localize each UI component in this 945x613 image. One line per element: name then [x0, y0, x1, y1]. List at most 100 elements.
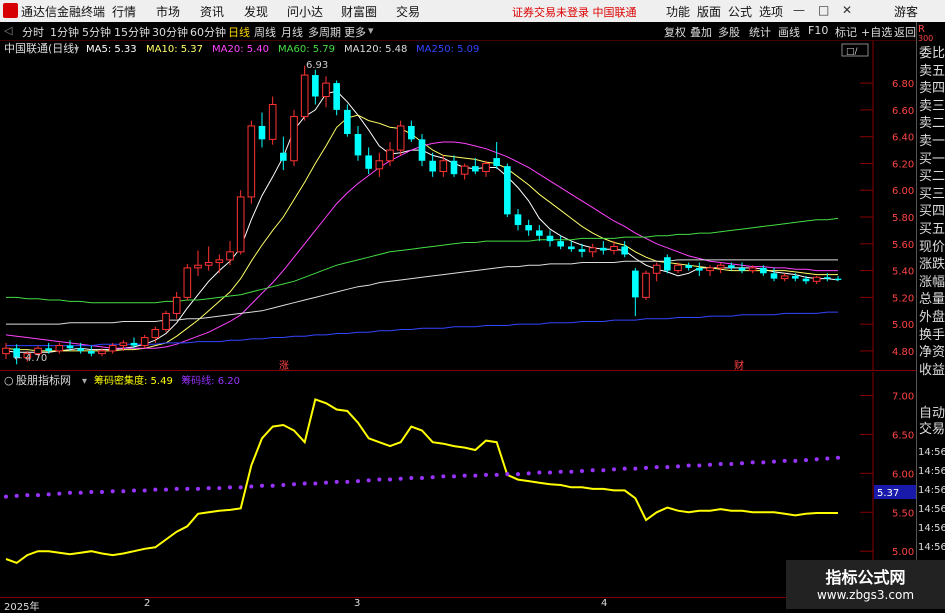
stats-button[interactable]: 统计 — [749, 24, 771, 40]
zoom-icon[interactable]: □/ — [846, 47, 859, 57]
candle-body-down — [258, 125, 266, 140]
chip-line-dot — [697, 463, 702, 468]
overlay-button[interactable]: 叠加 — [690, 24, 712, 40]
candle-body-up — [588, 247, 597, 253]
chip-line-dot — [366, 478, 371, 483]
candle-body-up — [119, 342, 128, 347]
candle-body-up — [396, 125, 405, 151]
draw-line-button[interactable]: 画线 — [778, 24, 800, 40]
chip-line-dot — [388, 477, 392, 482]
tab-period-multi[interactable]: 多周期 — [308, 24, 341, 40]
tab-period-5min[interactable]: 5分钟 — [82, 24, 111, 40]
ma-dropdown-icon[interactable]: ▾ — [74, 44, 79, 55]
back-button[interactable]: 返回 — [894, 24, 916, 40]
chip-line-dot — [302, 481, 307, 486]
candle-body-up — [460, 165, 469, 175]
chip-line-dot — [25, 493, 30, 498]
side-label-19: 自动 — [919, 406, 945, 421]
ma-legend-3: MA60: 5.79 — [278, 44, 335, 55]
menu-gongshi[interactable]: 公式 — [728, 3, 752, 20]
chip-line-dot — [601, 468, 606, 473]
side-label-18: 收益 — [919, 362, 945, 378]
candle-body-up — [706, 267, 714, 272]
menu-jiaoyi[interactable]: 交易 — [396, 3, 420, 20]
tab-period-more[interactable]: 更多 — [344, 24, 366, 40]
candlestick-chart[interactable]: 6.80 6.60 6.40 6.20 6.00 5.80 5.60 5.40 5.20 5.00… — [0, 41, 916, 371]
zhang-marker[interactable]: 涨 — [279, 360, 289, 371]
chip-line-dot — [164, 487, 168, 492]
chip-line-dot — [494, 472, 499, 477]
menu-caifuquan[interactable]: 财富圈 — [341, 3, 377, 20]
side-label-8: 买三 — [919, 186, 945, 202]
candle-body-down — [45, 348, 52, 351]
menu-faxian[interactable]: 发现 — [244, 3, 268, 20]
ind-y-tick-label: 6.00 — [892, 469, 914, 480]
tab-period-15min[interactable]: 15分钟 — [114, 24, 150, 40]
candle-body-down — [728, 265, 735, 268]
indicator-chart[interactable]: 7.006.506.005.505.004.50 ○ 股朋指标网 ▾ 筹码密集度… — [0, 372, 916, 597]
menu-banmian[interactable]: 版面 — [697, 3, 721, 20]
mark-button[interactable]: 标记 — [835, 24, 857, 40]
candle-body-down — [557, 241, 564, 247]
tab-period-fenshi[interactable]: 分时 — [22, 24, 44, 40]
candle-body-up — [183, 267, 192, 298]
fuquan-button[interactable]: 复权 — [664, 24, 686, 40]
menu-hangqing[interactable]: 行情 — [112, 3, 136, 20]
candle-body-up — [140, 337, 149, 347]
tab-period-30min[interactable]: 30分钟 — [152, 24, 188, 40]
more-chevron-down-icon[interactable]: ▾ — [368, 24, 374, 37]
date-label-feb: 2 — [144, 598, 151, 609]
candle-body-up — [236, 196, 245, 253]
guest-label[interactable]: 游客 — [894, 3, 918, 20]
menu-wenxiaoda[interactable]: 问小达 — [287, 3, 323, 20]
side-label-20: 交易 — [919, 422, 945, 437]
side-time-4: 14:56 — [918, 523, 945, 534]
tab-period-daily[interactable]: 日线 — [228, 24, 250, 40]
candle-body-down — [365, 155, 372, 169]
chip-line-dot — [814, 457, 819, 462]
multi-stock-button[interactable]: 多股 — [718, 24, 740, 40]
chip-line-dot — [654, 465, 659, 470]
menu-shichang[interactable]: 市场 — [156, 3, 180, 20]
candle-body-up — [98, 350, 106, 355]
candle-body-down — [621, 246, 628, 255]
tab-period-monthly[interactable]: 月线 — [281, 24, 303, 40]
chip-line-dot — [804, 458, 808, 463]
side-label-6: 买一 — [919, 151, 945, 167]
chip-line-dot — [57, 491, 62, 496]
close-icon[interactable]: ✕ — [842, 3, 852, 17]
menu-xuanxiang[interactable]: 选项 — [759, 3, 783, 20]
side-300-label: 300 — [918, 34, 934, 43]
indicator-settings-icon[interactable]: ○ — [4, 374, 14, 387]
indicator-name: 股朋指标网 — [16, 373, 71, 387]
chip-line-dot — [718, 461, 723, 466]
menu-zixun[interactable]: 资讯 — [200, 3, 224, 20]
cai-marker[interactable]: 财 — [734, 359, 744, 371]
maximize-icon[interactable]: □ — [818, 3, 829, 17]
chip-line-dot — [644, 465, 648, 470]
chip-line-dot — [729, 461, 734, 466]
f10-button[interactable]: F10 — [808, 24, 828, 37]
side-label-4: 卖二 — [919, 116, 945, 132]
candle-body-up — [375, 160, 384, 170]
side-time-2: 14:56 — [918, 485, 945, 496]
indicator-dropdown-icon[interactable]: ▾ — [82, 376, 87, 387]
minimize-icon[interactable]: — — [793, 3, 805, 17]
chip-line-dot — [420, 475, 424, 480]
ma-legend-0: MA5: 5.33 — [86, 44, 137, 55]
tab-period-60min[interactable]: 60分钟 — [190, 24, 226, 40]
chip-line-dot — [217, 486, 222, 491]
chip-line-dot — [356, 479, 360, 484]
tab-period-weekly[interactable]: 周线 — [254, 24, 276, 40]
ind-y-tick-label: 5.00 — [892, 547, 914, 558]
candle-body-down — [738, 267, 746, 271]
y-tick-label: 6.20 — [892, 159, 914, 170]
chip-line-dot — [452, 474, 456, 479]
watermark-url: www.zbgs3.com — [816, 588, 915, 602]
menu-gongneng[interactable]: 功能 — [666, 3, 690, 20]
title-bar: 通达信金融终端 行情 市场 资讯 发现 问小达 财富圈 交易 证券交易未登录 中… — [0, 0, 945, 23]
tab-period-1min[interactable]: 1分钟 — [50, 24, 79, 40]
toolbar-left-arrow-icon[interactable]: ◁ — [4, 24, 12, 37]
add-favorite-button[interactable]: +自选 — [861, 24, 892, 40]
candle-body-up — [290, 116, 298, 162]
